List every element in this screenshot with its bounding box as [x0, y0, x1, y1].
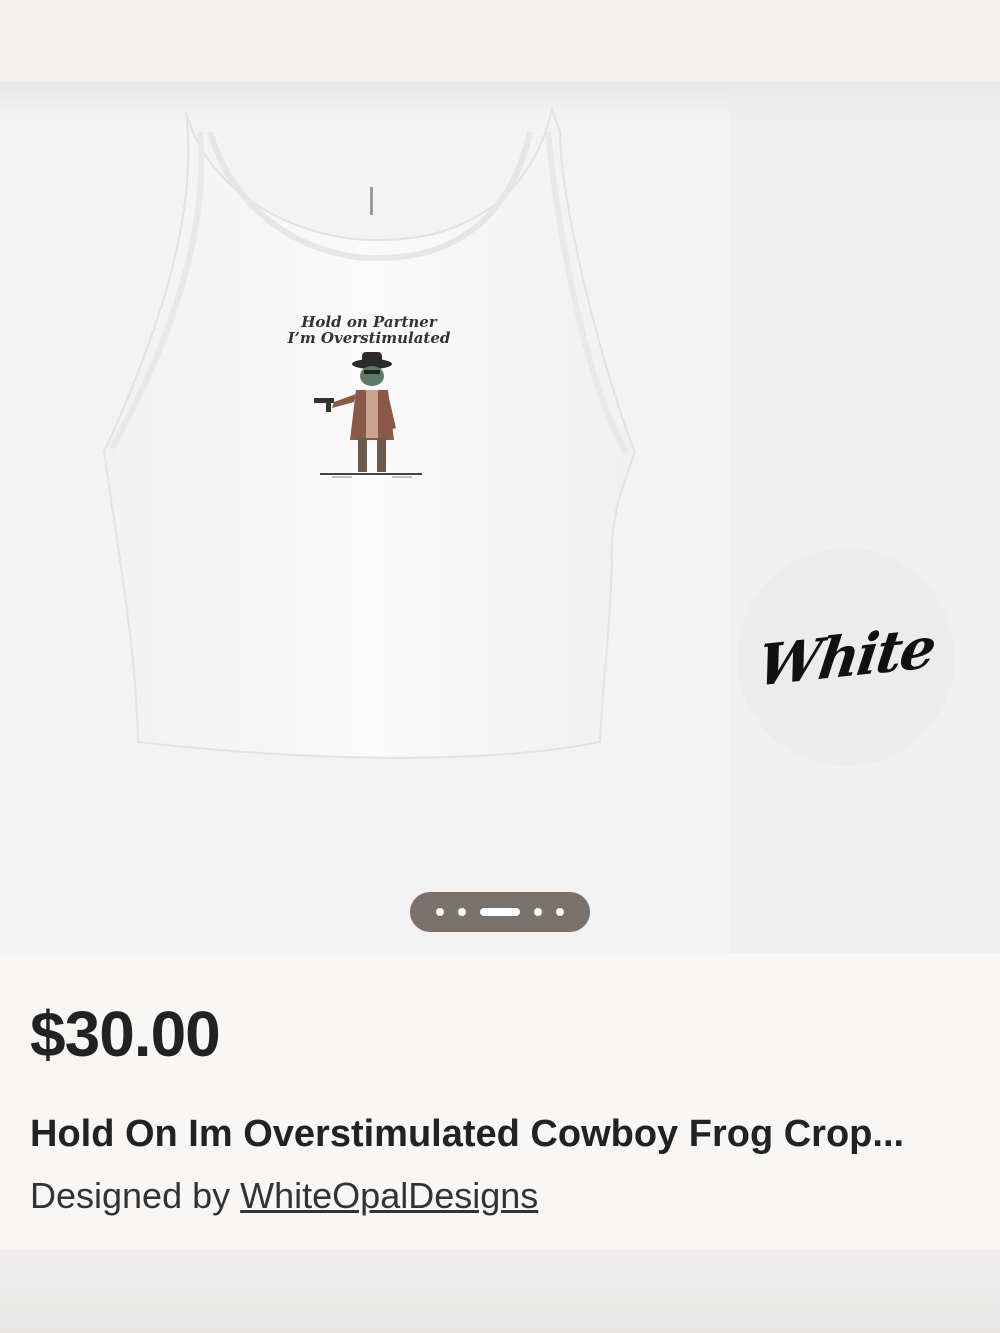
- product-info: $30.00 Hold On Im Overstimulated Cowboy …: [0, 953, 1000, 1249]
- product-price: $30.00: [30, 998, 221, 1070]
- pager-dot-active[interactable]: [480, 908, 520, 916]
- product-page: Hold on Partner I’m Overstimulated White…: [0, 0, 1000, 1333]
- cowboy-frog-illustration: [314, 352, 422, 478]
- designer-link[interactable]: WhiteOpalDesigns: [240, 1175, 538, 1216]
- print-line-1: Hold on Partner: [301, 313, 437, 331]
- designed-by-label: Designed by: [30, 1175, 231, 1216]
- designer-byline: Designed by WhiteOpalDesigns: [30, 1175, 538, 1217]
- color-badge: White: [737, 548, 955, 766]
- product-image-gallery[interactable]: Hold on Partner I’m Overstimulated White: [0, 82, 1000, 953]
- pager-dot[interactable]: [436, 908, 444, 916]
- top-bar: [0, 0, 1000, 82]
- shirt-print-text: Hold on Partner I’m Overstimulated: [262, 314, 476, 346]
- pager-dot[interactable]: [556, 908, 564, 916]
- pager-dot[interactable]: [534, 908, 542, 916]
- product-title[interactable]: Hold On Im Overstimulated Cowboy Frog Cr…: [30, 1113, 970, 1156]
- next-image-preview[interactable]: [730, 82, 1000, 953]
- print-line-2: I’m Overstimulated: [287, 329, 451, 347]
- image-pager[interactable]: [410, 892, 590, 932]
- bottom-area: [0, 1249, 1000, 1333]
- pager-dot[interactable]: [458, 908, 466, 916]
- color-label: White: [753, 614, 939, 700]
